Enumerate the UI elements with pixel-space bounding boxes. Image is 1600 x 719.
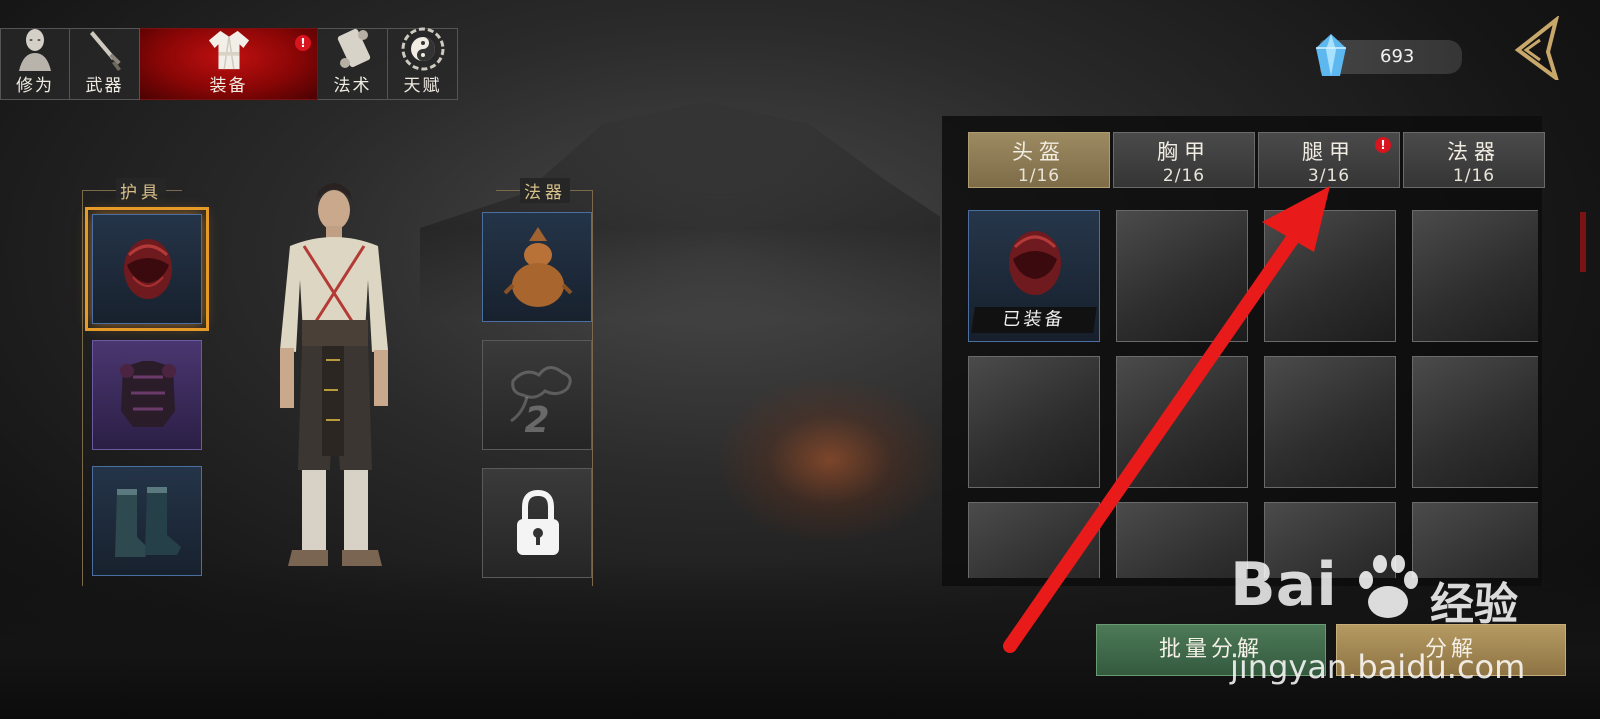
inventory-cell[interactable] <box>1116 356 1248 488</box>
armor-slot-boots[interactable] <box>92 466 202 576</box>
tab-label: 武器 <box>85 76 124 96</box>
artifact-slot-2[interactable]: 2 <box>482 340 592 450</box>
scroll-icon <box>331 27 375 71</box>
tab-label: 天赋 <box>403 76 442 96</box>
inventory-cell[interactable] <box>1412 356 1538 488</box>
inventory-cell[interactable] <box>1116 502 1248 578</box>
inventory-cell[interactable] <box>1264 210 1396 342</box>
back-button[interactable] <box>1510 14 1566 84</box>
character-model <box>240 170 420 610</box>
tab-helmet[interactable]: 头盔 1/16 <box>968 132 1110 188</box>
tab-name: 头盔 <box>1012 140 1066 164</box>
tab-name: 法器 <box>1447 140 1501 164</box>
armor-section-title: 护具 <box>116 178 166 203</box>
meditation-icon <box>13 27 57 71</box>
inventory-cell[interactable] <box>1116 210 1248 342</box>
tab-talents[interactable]: 天赋 <box>388 27 458 100</box>
inventory-cell[interactable] <box>1264 502 1396 578</box>
artifact-slot-gourd[interactable] <box>482 212 592 322</box>
tab-cultivation[interactable]: 修为 <box>0 28 70 100</box>
inventory-cell-equipped[interactable]: 已装备 <box>968 210 1100 342</box>
robe-icon <box>207 27 251 71</box>
tab-equipment[interactable]: 装备 ! <box>140 28 318 100</box>
dismantle-button[interactable]: 分解 <box>1336 624 1566 676</box>
alert-badge: ! <box>1375 137 1391 153</box>
tab-count: 1/16 <box>1452 166 1496 186</box>
slot-number: 2 <box>524 400 550 441</box>
alert-badge: ! <box>295 35 311 51</box>
background-fire-glow <box>720 380 940 540</box>
boots-icon <box>115 487 181 557</box>
spirit-crystal-icon <box>1312 32 1350 80</box>
armor-slot-helmet[interactable] <box>85 207 209 331</box>
inventory-cell[interactable] <box>1412 502 1538 578</box>
tab-label: 修为 <box>16 76 54 96</box>
yinyang-icon <box>401 27 445 71</box>
inventory-scrollbar[interactable] <box>1580 212 1586 272</box>
gourd-icon <box>503 227 573 307</box>
inventory-cell[interactable] <box>968 356 1100 488</box>
sword-icon <box>83 27 127 71</box>
currency-value: 693 <box>1380 46 1415 67</box>
armor-slot-chest[interactable] <box>92 340 202 450</box>
top-nav: 修为 武器 装备 ! 法术 天赋 <box>0 27 458 102</box>
tab-label: 装备 <box>209 76 248 96</box>
armor-frame-left <box>82 190 83 586</box>
tab-count: 2/16 <box>1162 166 1206 186</box>
inventory-cell[interactable] <box>1264 356 1396 488</box>
helmet-icon <box>124 239 172 299</box>
chest-armor-icon <box>120 361 176 427</box>
tab-weapons[interactable]: 武器 <box>70 28 140 100</box>
artifact-slot-locked[interactable] <box>482 468 592 578</box>
tab-spells[interactable]: 法术 <box>318 28 388 100</box>
tab-artifact[interactable]: 法器 1/16 <box>1403 132 1545 188</box>
back-arrow-icon <box>1514 14 1560 84</box>
tab-name: 胸甲 <box>1157 140 1211 164</box>
tab-label: 法术 <box>333 76 372 96</box>
tab-count: 3/16 <box>1307 166 1351 186</box>
artifact-frame-right <box>592 190 593 586</box>
tab-chest[interactable]: 胸甲 2/16 <box>1113 132 1255 188</box>
tab-count: 1/16 <box>1017 166 1061 186</box>
tab-legs[interactable]: 腿甲 3/16 ! <box>1258 132 1400 188</box>
inventory-cell[interactable] <box>968 502 1100 578</box>
inventory-cell[interactable] <box>1412 210 1538 342</box>
lock-icon <box>517 489 559 555</box>
inventory-grid: 已装备 <box>968 210 1538 578</box>
batch-dismantle-button[interactable]: 批量分解 <box>1096 624 1326 676</box>
artifact-section-title: 法器 <box>520 178 570 203</box>
equipped-label: 已装备 <box>971 307 1097 333</box>
